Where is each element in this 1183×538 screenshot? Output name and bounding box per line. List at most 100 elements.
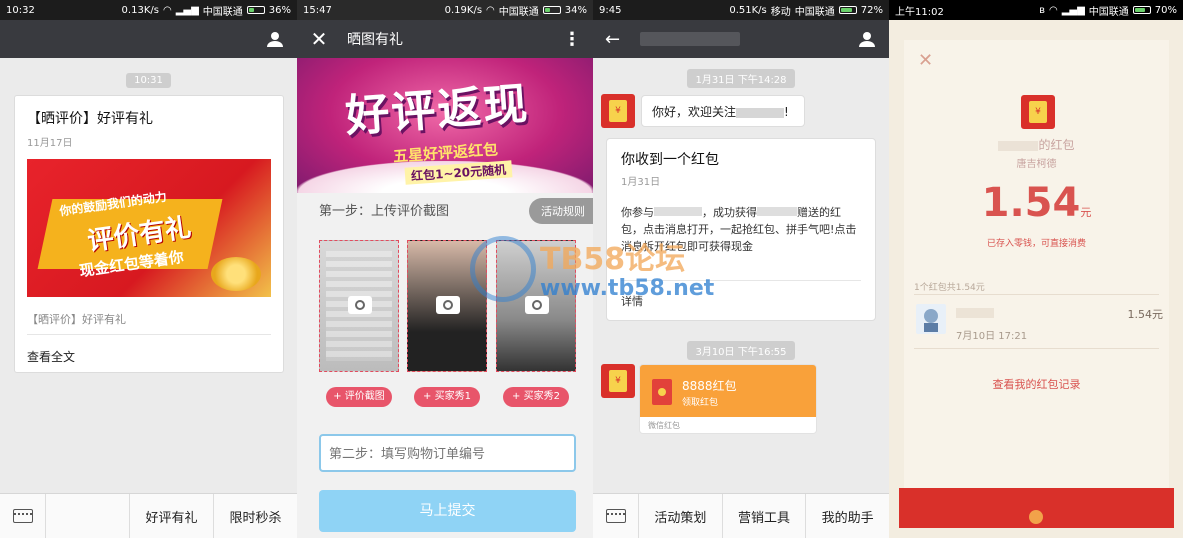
signal-icon: ▂▄▆ — [1061, 4, 1085, 16]
message-timestamp-1: 1月31日 下午14:28 — [687, 69, 795, 88]
card-body-pre: 你参与 — [621, 206, 654, 219]
menu-item-empty[interactable] — [46, 494, 130, 538]
battery-percent: 70% — [1154, 4, 1177, 16]
profile-icon[interactable] — [265, 29, 285, 49]
menu-item-good-review[interactable]: 好评有礼 — [130, 494, 214, 538]
carrier-name-mobile: 移动 — [770, 6, 791, 18]
card-body: 你参与 ，成功获得 赠送的红包，点击消息打开，一起抢红包、拼手气吧!点击消息拆开红包… — [621, 204, 861, 255]
battery-percent: 36% — [268, 4, 291, 16]
receiver-avatar — [916, 304, 946, 334]
article-summary: 【晒评价】好评有礼 — [27, 313, 126, 326]
wifi-icon: ◠ — [486, 4, 495, 16]
upload-slot-buyer-show-2[interactable] — [496, 240, 576, 372]
chat-header: ← — [593, 20, 889, 58]
step1-label: 第一步：上传评价截图 — [319, 204, 450, 219]
status-bar: 10:32 0.13K/s ◠ ▂▄▆ 中国联通 36% — [0, 0, 297, 20]
packet-footer: 微信红包 — [640, 417, 816, 433]
red-packet-message[interactable]: 8888红包 领取红包 微信红包 — [639, 364, 817, 434]
battery-icon — [838, 6, 857, 14]
profile-icon[interactable] — [857, 29, 877, 49]
carrier-name: 中国联通 — [794, 6, 835, 18]
card-date: 1月31日 — [621, 177, 661, 188]
status-time: 9:45 — [599, 4, 622, 16]
signal-icon: ▂▄▆ — [175, 4, 199, 16]
sender-name: 唐吉柯德 — [1016, 159, 1057, 170]
keyboard-icon — [12, 509, 33, 523]
bottom-red-band — [899, 488, 1174, 528]
panel-review-upload-page: 15:47 0.19K/s ◠ 中国联通 34% ✕ 晒图有礼 ⋮ 好评返现 五… — [297, 0, 593, 538]
wifi-icon: ◠ — [162, 4, 172, 16]
redacted-receiver-name — [956, 308, 994, 318]
record-time: 7月10日 17:21 — [956, 331, 1028, 342]
more-options-icon[interactable]: ⋮ — [563, 29, 581, 50]
network-speed: 0.13K/s — [121, 4, 159, 16]
notification-card[interactable]: 你收到一个红包 1月31日 你参与 ，成功获得 赠送的红包，点击消息打开，一起抢红包… — [606, 138, 876, 321]
article-card[interactable]: 【晒评价】好评有礼 11月17日 你的鼓励我们的动力 评价有礼 现金红包等着你 … — [14, 95, 284, 373]
article-banner: 你的鼓励我们的动力 评价有礼 现金红包等着你 — [27, 159, 271, 297]
menu-item-campaign[interactable]: 活动策划 — [639, 494, 723, 538]
rules-button[interactable]: 活动规则 — [529, 198, 593, 224]
menu-item-marketing-tools[interactable]: 营销工具 — [723, 494, 807, 538]
article-date: 11月17日 — [27, 138, 73, 149]
packet-summary: 1个红包共1.54元 — [914, 283, 985, 293]
upload-label-buyer-show-2[interactable]: + 买家秀2 — [503, 387, 569, 407]
amount-unit: 元 — [1080, 206, 1092, 219]
menu-item-my-assistant[interactable]: 我的助手 — [806, 494, 889, 538]
order-number-input[interactable] — [319, 434, 576, 472]
sender-avatar[interactable]: ¥ — [601, 94, 635, 128]
close-icon[interactable]: ✕ — [309, 27, 329, 51]
read-more-link[interactable]: 查看全文 — [27, 348, 75, 365]
panel-wechat-chat-red-packet: 9:45 0.51K/s 移动 中国联通 72% ← 1月31日 下午14:28… — [593, 0, 889, 538]
panel-red-packet-detail: 上午11:02 ʙ ◠ ▂▄▆ 中国联通 70% ✕ ¥ 的红包 唐吉柯德 1.… — [889, 0, 1183, 538]
wifi-icon: ◠ — [1048, 4, 1058, 16]
keyboard-toggle[interactable] — [593, 494, 639, 538]
message-timestamp: 10:31 — [126, 73, 171, 88]
promo-banner: 好评返现 五星好评返红包 红包1~20元随机 — [297, 58, 593, 193]
red-packet-icon: ¥ — [609, 100, 627, 122]
bluetooth-icon: ʙ — [1039, 4, 1045, 16]
amount-display: 1.54元 — [904, 180, 1169, 226]
bottom-menu: 活动策划 营销工具 我的助手 — [593, 493, 889, 538]
webview-header: ✕ 晒图有礼 ⋮ — [297, 20, 593, 58]
record-amount: 1.54元 — [1127, 308, 1164, 321]
card-title: 你收到一个红包 — [621, 152, 719, 168]
merchant-avatar: ¥ — [1021, 95, 1055, 129]
status-time: 15:47 — [303, 4, 332, 16]
packet-owner: 的红包 — [904, 136, 1169, 153]
submit-button[interactable]: 马上提交 — [319, 490, 576, 532]
card-details-link[interactable]: 详情 — [621, 293, 643, 309]
camera-icon — [525, 296, 549, 314]
close-icon[interactable]: ✕ — [918, 50, 933, 71]
amount-note: 已存入零钱，可直接消费 — [986, 239, 1086, 249]
keyboard-icon — [605, 509, 626, 523]
battery-percent: 34% — [564, 4, 587, 16]
status-bar: 15:47 0.19K/s ◠ 中国联通 34% — [297, 0, 593, 20]
packet-name: 8888红包 — [682, 379, 737, 393]
packet-of-text: 的红包 — [1038, 138, 1075, 152]
packet-action: 领取红包 — [682, 398, 719, 408]
card-body-mid: ，成功获得 — [702, 206, 757, 219]
sender-avatar[interactable]: ¥ — [601, 364, 635, 398]
status-time: 上午11:02 — [895, 6, 944, 18]
redacted-name — [736, 107, 785, 118]
article-title: 【晒评价】好评有礼 — [27, 111, 153, 127]
back-arrow-icon[interactable]: ← — [605, 29, 620, 50]
network-speed: 0.19K/s — [444, 4, 483, 16]
chat-header — [0, 20, 297, 58]
view-history-link[interactable]: 查看我的红包记录 — [904, 376, 1169, 392]
battery-percent: 72% — [860, 4, 883, 16]
upload-label-review[interactable]: + 评价截图 — [326, 387, 392, 407]
packet-envelope-icon — [652, 379, 672, 405]
menu-item-flash-sale[interactable]: 限时秒杀 — [214, 494, 297, 538]
red-packet-icon: ¥ — [609, 370, 627, 392]
carrier-name: 中国联通 — [202, 6, 243, 18]
amount-value: 1.54 — [981, 180, 1081, 226]
keyboard-toggle[interactable] — [0, 494, 46, 538]
bottom-menu: 好评有礼 限时秒杀 — [0, 493, 297, 538]
upload-slot-review[interactable] — [319, 240, 399, 372]
upload-slot-buyer-show-1[interactable] — [407, 240, 487, 372]
upload-label-buyer-show-1[interactable]: + 买家秀1 — [414, 387, 480, 407]
battery-icon — [246, 6, 265, 14]
red-packet-icon: ¥ — [1029, 101, 1047, 123]
page-title: 晒图有礼 — [347, 32, 403, 48]
